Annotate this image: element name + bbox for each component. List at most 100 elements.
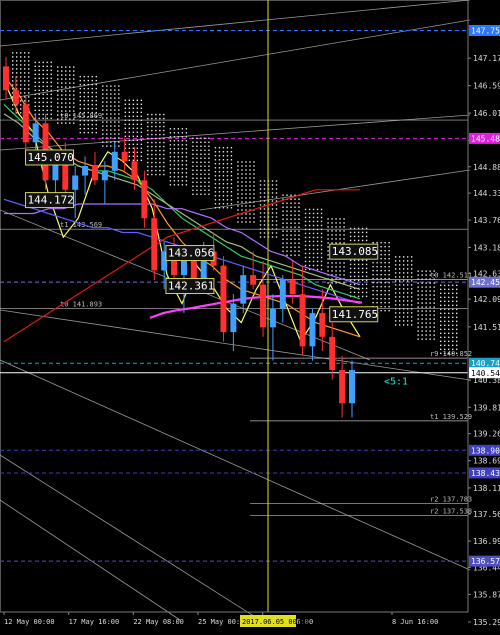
- cloud-dot: [177, 128, 180, 130]
- cloud-dot: [327, 238, 329, 240]
- cloud-dot: [365, 235, 368, 238]
- cloud-dot: [253, 181, 255, 183]
- cloud-dot: [410, 280, 413, 282]
- cloud-dot: [79, 107, 81, 110]
- cloud-dot: [118, 133, 120, 135]
- cloud-dot: [46, 105, 48, 108]
- cloud-dot: [249, 169, 251, 171]
- cloud-dot: [181, 160, 184, 162]
- cloud-dot: [91, 111, 93, 114]
- cloud-dot: [452, 308, 454, 311]
- cloud-dot: [192, 141, 194, 143]
- cloud-dot: [312, 216, 315, 219]
- candle-body: [349, 370, 355, 404]
- cloud-dot: [406, 292, 409, 294]
- cloud-dot: [114, 133, 116, 135]
- cloud-dot: [83, 107, 85, 110]
- cloud-dot: [452, 344, 454, 347]
- cloud-dot: [169, 172, 172, 174]
- cloud-dot: [271, 228, 274, 230]
- cloud-dot: [147, 137, 149, 140]
- cloud-dot: [320, 208, 323, 211]
- cloud-dot: [12, 60, 14, 62]
- box-annotation-label: 142.361: [168, 280, 214, 293]
- cloud-dot: [376, 293, 378, 296]
- cloud-dot: [102, 145, 104, 147]
- cloud-dot: [245, 189, 247, 191]
- cloud-dot: [196, 137, 198, 139]
- cloud-dot: [218, 167, 221, 169]
- cloud-dot: [155, 125, 157, 128]
- cloud-dot: [204, 145, 206, 147]
- cloud-dot: [208, 149, 210, 151]
- cloud-dot: [208, 157, 210, 159]
- cloud-dot: [114, 97, 116, 99]
- cloud-dot: [343, 234, 345, 236]
- cloud-dot: [46, 89, 48, 92]
- cloud-dot: [349, 235, 352, 238]
- cloud-dot: [42, 101, 44, 104]
- cloud-dot: [34, 101, 36, 104]
- cloud-dot: [349, 271, 352, 274]
- cloud-dot: [73, 94, 75, 96]
- cloud-dot: [410, 324, 413, 326]
- cloud-dot: [106, 97, 108, 99]
- cloud-dot: [151, 133, 153, 136]
- cloud-dot: [42, 73, 44, 76]
- chart-canvas[interactable]: t0 142.511t0 141.893t1 143.569t0 145.869…: [0, 0, 500, 631]
- cloud-dot: [91, 95, 93, 98]
- cloud-dot: [456, 320, 458, 323]
- cloud-dot: [241, 177, 243, 179]
- cloud-dot: [147, 125, 149, 128]
- cloud-dot: [433, 334, 435, 336]
- cloud-dot: [429, 286, 431, 288]
- cloud-dot: [38, 117, 40, 120]
- cloud-dot: [230, 191, 233, 193]
- cloud-dot: [42, 77, 44, 80]
- cloud-dot: [110, 117, 112, 119]
- cloud-dot: [124, 115, 127, 118]
- cloud-dot: [91, 103, 93, 106]
- cloud-dot: [61, 74, 63, 76]
- price-badge-label: 145.483: [471, 134, 500, 143]
- cloud-dot: [353, 259, 356, 262]
- cloud-dot: [365, 291, 368, 294]
- cloud-dot: [163, 165, 165, 168]
- cloud-dot: [57, 78, 59, 80]
- cloud-dot: [95, 119, 97, 122]
- cloud-dot: [83, 103, 85, 106]
- cloud-dot: [304, 236, 307, 239]
- cloud-dot: [222, 191, 225, 193]
- cloud-dot: [114, 121, 116, 123]
- cloud-dot: [159, 141, 161, 144]
- cloud-dot: [106, 121, 108, 123]
- cloud-dot: [275, 188, 278, 190]
- cloud-dot: [271, 192, 274, 194]
- cloud-dot: [106, 105, 108, 107]
- cloud-dot: [304, 252, 307, 255]
- cloud-dot: [196, 193, 198, 195]
- cloud-dot: [308, 208, 311, 211]
- cloud-dot: [290, 250, 292, 252]
- cloud-dot: [410, 284, 413, 286]
- cloud-dot: [331, 226, 333, 228]
- cloud-dot: [214, 175, 217, 177]
- cloud-dot: [312, 232, 315, 235]
- cloud-dot: [204, 177, 206, 179]
- cloud-dot: [316, 240, 319, 243]
- cloud-dot: [151, 129, 153, 132]
- cloud-dot: [132, 159, 135, 162]
- cloud-dot: [376, 269, 378, 272]
- box-annotation-label: 141.765: [332, 308, 378, 321]
- cloud-dot: [28, 60, 30, 62]
- cloud-dot: [444, 332, 446, 335]
- cloud-dot: [384, 241, 386, 244]
- box-annotation-label: 143.085: [332, 245, 378, 258]
- cloud-dot: [316, 224, 319, 227]
- price-chart[interactable]: t0 142.511 t0 141.893 t1 143.569 t0 145.869…: [0, 0, 500, 631]
- cloud-dot: [327, 254, 329, 256]
- cloud-dot: [286, 250, 288, 252]
- cloud-dot: [421, 306, 423, 308]
- cloud-dot: [294, 202, 296, 204]
- cloud-dot: [271, 204, 274, 206]
